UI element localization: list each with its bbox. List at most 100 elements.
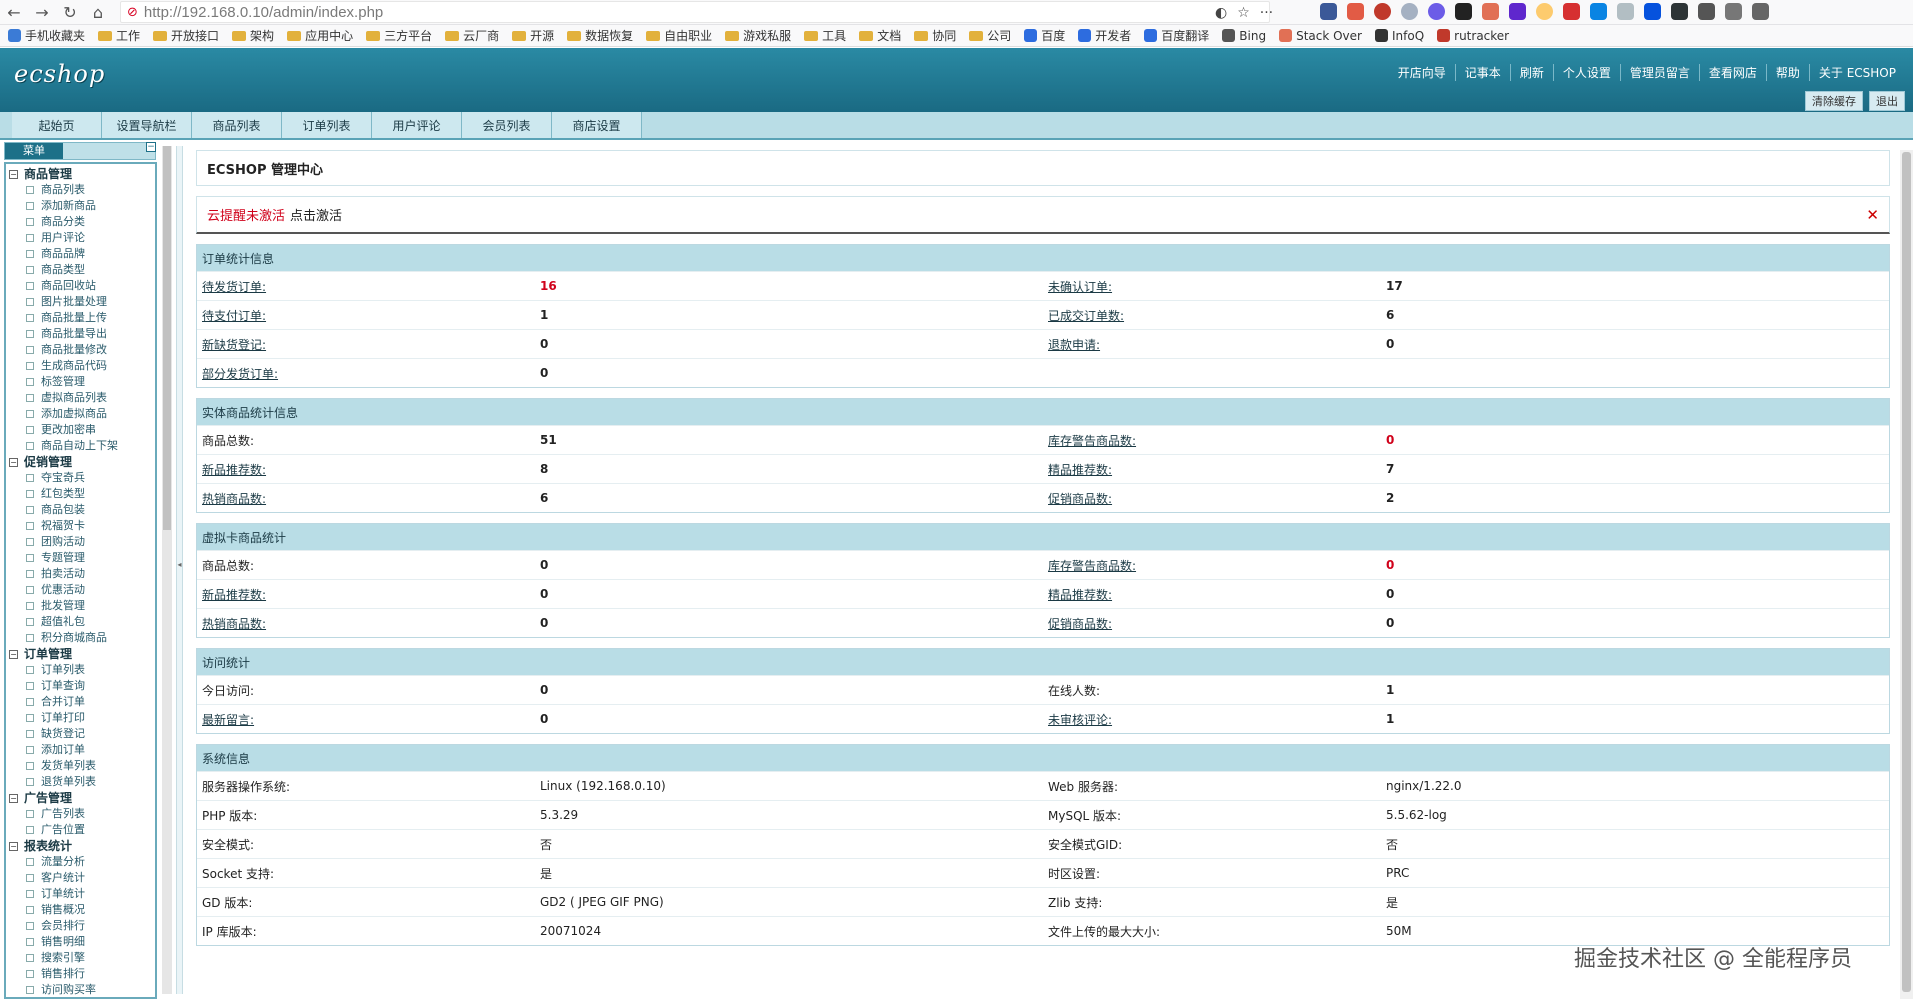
address-bar[interactable]: ⊘ http://192.168.0.10/admin/index.php	[120, 1, 1270, 23]
clear-cache-button[interactable]: 清除缓存	[1805, 91, 1863, 111]
stat-label[interactable]: 最新留言:	[197, 711, 535, 728]
close-icon[interactable]: ✕	[1866, 206, 1879, 224]
collapse-icon[interactable]: −	[9, 169, 18, 179]
bookmark-star-icon[interactable]: ☆	[1237, 5, 1250, 21]
stat-label[interactable]: 未确认订单:	[1043, 278, 1381, 295]
tab-item[interactable]: 会员列表	[462, 112, 552, 138]
header-link[interactable]: 管理员留言	[1619, 64, 1699, 81]
menu-group[interactable]: − 促销管理	[9, 454, 155, 470]
extension-icon[interactable]	[1347, 3, 1364, 20]
menu-item[interactable]: 用户评论	[9, 230, 155, 246]
extension-icon[interactable]	[1725, 3, 1742, 20]
stat-label[interactable]: 部分发货订单:	[197, 365, 535, 382]
stat-label[interactable]: 已成交订单数:	[1043, 307, 1381, 324]
menu-item[interactable]: 团购活动	[9, 534, 155, 550]
bookmark-item[interactable]: 开发者	[1078, 27, 1131, 44]
sidebar-scroll-thumb[interactable]	[163, 146, 171, 530]
menu-item[interactable]: 祝福贺卡	[9, 518, 155, 534]
collapse-icon[interactable]: −	[9, 793, 18, 803]
extension-icon[interactable]	[1617, 3, 1634, 20]
bookmark-item[interactable]: Bing	[1222, 29, 1266, 43]
back-icon[interactable]: ←	[0, 0, 28, 25]
menu-item[interactable]: 商品自动上下架	[9, 438, 155, 454]
stat-label[interactable]: 待支付订单:	[197, 307, 535, 324]
stat-label[interactable]: 精品推荐数:	[1043, 586, 1381, 603]
menu-item[interactable]: 商品列表	[9, 182, 155, 198]
extension-icon[interactable]	[1563, 3, 1580, 20]
menu-item[interactable]: 广告列表	[9, 806, 155, 822]
tab-item[interactable]: 商品列表	[192, 112, 282, 138]
menu-group[interactable]: − 商品管理	[9, 166, 155, 182]
menu-item[interactable]: 发货单列表	[9, 758, 155, 774]
stat-label[interactable]: 精品推荐数:	[1043, 461, 1381, 478]
menu-item[interactable]: 广告位置	[9, 822, 155, 838]
header-link[interactable]: 关于 ECSHOP	[1808, 64, 1905, 81]
header-link[interactable]: 刷新	[1509, 64, 1553, 81]
menu-item[interactable]: 搜索引擎	[9, 950, 155, 966]
tab-item[interactable]: 订单列表	[282, 112, 372, 138]
reload-icon[interactable]: ↻	[56, 0, 84, 25]
menu-item[interactable]: 积分商城商品	[9, 630, 155, 646]
menu-group[interactable]: − 广告管理	[9, 790, 155, 806]
header-link[interactable]: 开店向导	[1389, 64, 1455, 81]
forward-icon[interactable]: →	[28, 0, 56, 25]
bookmark-item[interactable]: InfoQ	[1374, 29, 1424, 43]
frame-splitter[interactable]	[176, 146, 183, 994]
menu-item[interactable]: 会员排行	[9, 918, 155, 934]
extension-icon[interactable]	[1752, 3, 1769, 20]
menu-item[interactable]: 流量分析	[9, 854, 155, 870]
bookmark-item[interactable]: 协同	[914, 27, 956, 44]
menu-item[interactable]: 商品批量导出	[9, 326, 155, 342]
bookmark-item[interactable]: 架构	[232, 27, 274, 44]
menu-item[interactable]: 订单统计	[9, 886, 155, 902]
menu-item[interactable]: 商品批量修改	[9, 342, 155, 358]
bookmark-item[interactable]: 开源	[512, 27, 554, 44]
extension-icon[interactable]	[1374, 3, 1391, 20]
menu-item[interactable]: 订单打印	[9, 710, 155, 726]
menu-item[interactable]: 商品类型	[9, 262, 155, 278]
menu-item[interactable]: 客户统计	[9, 870, 155, 886]
menu-item[interactable]: 标签管理	[9, 374, 155, 390]
bookmark-item[interactable]: 应用中心	[287, 27, 353, 44]
header-link[interactable]: 查看网店	[1698, 64, 1766, 81]
menu-group[interactable]: − 订单管理	[9, 646, 155, 662]
menu-item[interactable]: 销售概况	[9, 902, 155, 918]
menu-item[interactable]: 退货单列表	[9, 774, 155, 790]
bookmark-item[interactable]: 三方平台	[366, 27, 432, 44]
bookmark-item[interactable]: 数据恢复	[567, 27, 633, 44]
sidebar-title[interactable]: 菜单	[5, 143, 63, 159]
menu-item[interactable]: 生成商品代码	[9, 358, 155, 374]
menu-item[interactable]: 销售明细	[9, 934, 155, 950]
bookmark-item[interactable]: 工具	[804, 27, 846, 44]
menu-item[interactable]: 商品包装	[9, 502, 155, 518]
extension-icon[interactable]	[1320, 3, 1337, 20]
bookmark-item[interactable]: 云厂商	[445, 27, 499, 44]
menu-item[interactable]: 添加订单	[9, 742, 155, 758]
home-icon[interactable]: ⌂	[84, 0, 112, 25]
extension-icon[interactable]	[1536, 3, 1553, 20]
url-text[interactable]: http://192.168.0.10/admin/index.php	[144, 4, 383, 21]
menu-item[interactable]: 优惠活动	[9, 582, 155, 598]
collapse-icon[interactable]: −	[9, 649, 18, 659]
extension-icon[interactable]	[1644, 3, 1661, 20]
tab-item[interactable]: 用户评论	[372, 112, 462, 138]
stat-label[interactable]: 热销商品数:	[197, 615, 535, 632]
bookmark-item[interactable]: 游戏私服	[725, 27, 791, 44]
menu-item[interactable]: 专题管理	[9, 550, 155, 566]
menu-item[interactable]: 缺货登记	[9, 726, 155, 742]
menu-item[interactable]: 商品批量上传	[9, 310, 155, 326]
logout-button[interactable]: 退出	[1869, 91, 1905, 111]
bookmark-item[interactable]: 百度翻译	[1144, 27, 1209, 44]
extension-icon[interactable]	[1671, 3, 1688, 20]
bookmark-item[interactable]: 工作	[98, 27, 140, 44]
stat-label[interactable]: 新品推荐数:	[197, 461, 535, 478]
page-scroll-thumb[interactable]	[1902, 152, 1911, 992]
tab-item[interactable]: 设置导航栏	[102, 112, 192, 138]
menu-item[interactable]: 超值礼包	[9, 614, 155, 630]
bookmark-item[interactable]: 自由职业	[646, 27, 712, 44]
bookmark-item[interactable]: 文档	[859, 27, 901, 44]
stat-label[interactable]: 未审核评论:	[1043, 711, 1381, 728]
collapse-icon[interactable]: −	[146, 142, 156, 152]
extension-icon[interactable]	[1401, 3, 1418, 20]
stat-label[interactable]: 促销商品数:	[1043, 615, 1381, 632]
